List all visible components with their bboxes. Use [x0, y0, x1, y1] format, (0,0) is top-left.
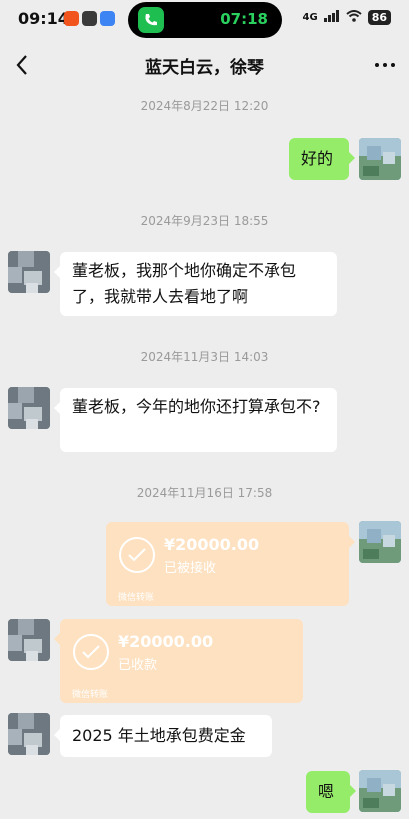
status-time: 09:14 — [18, 9, 69, 28]
transfer-amount: ¥20000.00 — [164, 535, 260, 554]
message-text: 董老板，今年的地你还打算承包不? — [72, 397, 321, 416]
contact-avatar[interactable] — [8, 251, 50, 293]
message-text: 嗯 — [318, 782, 335, 801]
browser-app-icon — [100, 11, 115, 26]
contact-avatar[interactable] — [8, 713, 50, 755]
contact-avatar[interactable] — [8, 619, 50, 661]
phone-icon — [138, 7, 164, 33]
message-timestamp: 2024年8月22日 12:20 — [140, 99, 269, 113]
system-icons: 4G 86 — [303, 10, 391, 25]
message-text: 好的 — [301, 149, 334, 168]
search-app-icon — [82, 11, 97, 26]
check-icon — [73, 634, 109, 670]
message-timestamp: 2024年11月16日 17:58 — [136, 486, 273, 500]
notification-icons — [64, 11, 115, 26]
status-bar: 09:14 07:18 4G 86 — [0, 0, 409, 40]
message-timestamp: 2024年11月3日 14:03 — [140, 350, 269, 364]
contact-avatar[interactable] — [8, 387, 50, 429]
my-avatar[interactable] — [359, 521, 401, 563]
message-text: 2025 年土地承包费定金 — [72, 726, 246, 745]
transfer-status: 已被接收 — [164, 561, 217, 576]
transfer-label: 微信转账 — [118, 593, 155, 603]
my-avatar[interactable] — [359, 138, 401, 180]
taobao-app-icon — [64, 11, 79, 26]
chat-header: 蓝天白云，徐琴 — [0, 40, 409, 90]
wifi-icon — [346, 10, 362, 25]
outgoing-message-bubble[interactable]: 嗯 — [306, 771, 356, 813]
call-duration: 07:18 — [220, 10, 268, 28]
message-text: 董老板，我那个地你确定不承包了，我就带人去看地了啊 — [72, 261, 297, 306]
battery-indicator: 86 — [367, 10, 391, 25]
transfer-card-received[interactable]: ¥20000.00 已收款 微信转账 — [54, 619, 303, 703]
incoming-message-bubble[interactable]: 董老板，今年的地你还打算承包不? — [54, 388, 337, 452]
transfer-label: 微信转账 — [72, 690, 109, 700]
transfer-card-sent[interactable]: ¥20000.00 已被接收 微信转账 — [106, 522, 355, 606]
transfer-amount: ¥20000.00 — [118, 632, 214, 651]
outgoing-message-bubble[interactable]: 好的 — [289, 138, 355, 180]
ongoing-call-pill[interactable]: 07:18 — [128, 2, 282, 38]
message-timestamp: 2024年9月23日 18:55 — [140, 214, 269, 228]
incoming-message-bubble[interactable]: 董老板，我那个地你确定不承包了，我就带人去看地了啊 — [54, 252, 337, 316]
my-avatar[interactable] — [359, 770, 401, 812]
network-label: 4G — [302, 12, 318, 23]
chat-title: 蓝天白云，徐琴 — [145, 58, 264, 78]
transfer-status: 已收款 — [118, 658, 158, 673]
signal-icon — [323, 10, 340, 25]
more-options-icon[interactable] — [373, 54, 397, 76]
check-icon — [119, 537, 155, 573]
incoming-message-bubble[interactable]: 2025 年土地承包费定金 — [54, 715, 272, 757]
